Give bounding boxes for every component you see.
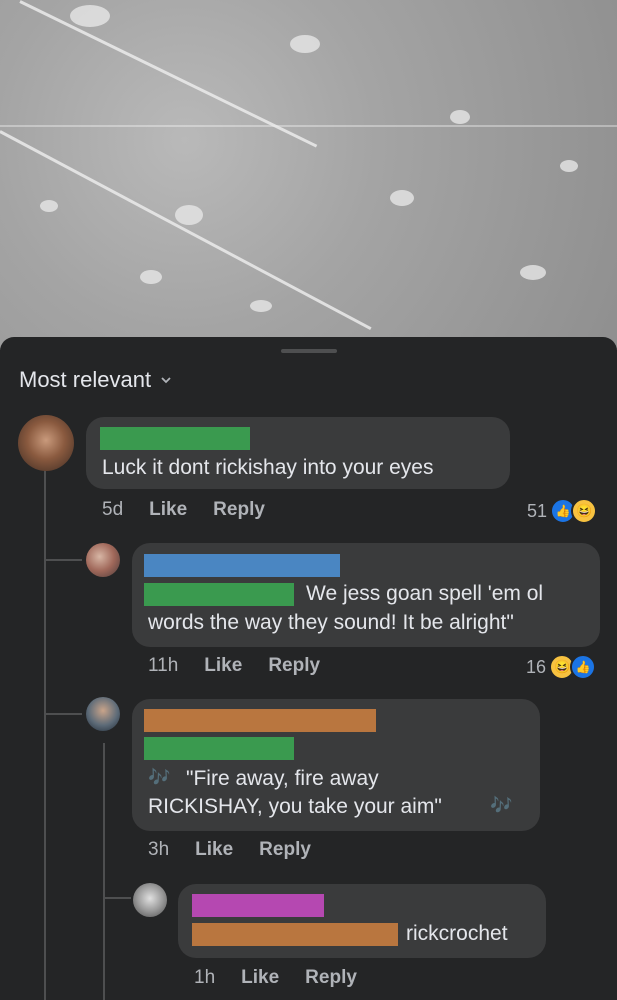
comment-actions: 1h Like Reply <box>194 967 357 989</box>
comment-text: Luck it dont rickishay into your eyes <box>102 456 434 479</box>
comment-bubble: Luck it dont rickishay into your eyes <box>86 417 510 489</box>
avatar[interactable] <box>86 697 120 731</box>
thread-line <box>44 559 82 561</box>
reply-button[interactable]: Reply <box>268 655 320 677</box>
redacted-name <box>144 737 294 760</box>
video-speck <box>70 5 110 27</box>
like-button[interactable]: Like <box>241 967 279 989</box>
video-speck <box>560 160 578 172</box>
comment-text: "Fire away, fire away <box>186 767 379 790</box>
comment-actions: 5d Like Reply <box>102 499 265 521</box>
redacted-name <box>100 427 250 450</box>
video-speck <box>520 265 546 280</box>
redacted-name <box>144 554 340 577</box>
comment-text: rickcrochet <box>406 922 508 945</box>
like-icon: 👍 <box>570 654 597 680</box>
comment-time: 3h <box>148 839 170 860</box>
reply-button[interactable]: Reply <box>305 967 357 989</box>
thread-line <box>44 470 46 1000</box>
reply-button[interactable]: Reply <box>213 499 265 521</box>
comment-bubble: We jess goan spell 'em ol words the way … <box>132 543 600 647</box>
video-speck <box>450 110 470 124</box>
reaction-count: 16 <box>526 656 547 677</box>
music-note-icon: 🎶 <box>490 795 513 815</box>
comment-actions: 11h Like Reply <box>148 655 320 677</box>
sort-dropdown[interactable]: Most relevant <box>19 367 173 393</box>
redacted-name <box>144 709 376 732</box>
video-speck <box>390 190 414 206</box>
video-streak <box>0 130 372 331</box>
comment-text: words the way they sound! It be alright" <box>148 611 514 634</box>
avatar[interactable] <box>86 543 120 577</box>
reply-button[interactable]: Reply <box>259 839 311 861</box>
comment-time: 11h <box>148 655 179 676</box>
sort-label: Most relevant <box>19 367 152 392</box>
thread-line <box>103 743 105 1000</box>
like-button[interactable]: Like <box>204 655 242 677</box>
comment-actions: 3h Like Reply <box>148 839 311 861</box>
comment-text: RICKISHAY, you take your aim" <box>148 795 442 818</box>
redacted-name <box>192 923 398 946</box>
video-frame[interactable] <box>0 0 617 350</box>
music-note-icon: 🎶 <box>148 767 171 787</box>
redacted-name <box>192 894 324 917</box>
video-band <box>0 125 617 127</box>
redacted-name <box>144 583 294 606</box>
reaction-count: 51 <box>527 500 548 521</box>
video-speck <box>250 300 272 312</box>
video-speck <box>290 35 320 53</box>
comment-time: 1h <box>194 967 216 988</box>
avatar[interactable] <box>18 415 74 471</box>
comments-sheet: Most relevant Luck it dont rickishay int… <box>0 337 617 1000</box>
avatar[interactable] <box>133 883 167 917</box>
thread-line <box>44 713 82 715</box>
reaction-summary[interactable]: 51 👍 😆 <box>527 498 598 524</box>
video-speck <box>40 200 58 212</box>
comment-text: We jess goan spell 'em ol <box>306 582 544 605</box>
video-speck <box>175 205 203 225</box>
chevron-down-icon <box>161 377 171 384</box>
like-button[interactable]: Like <box>149 499 187 521</box>
comment-bubble: rickcrochet <box>178 884 546 958</box>
comment-bubble: 🎶 "Fire away, fire away RICKISHAY, you t… <box>132 699 540 831</box>
haha-icon: 😆 <box>571 498 598 524</box>
like-button[interactable]: Like <box>195 839 233 861</box>
drag-handle[interactable] <box>281 349 337 353</box>
reaction-summary[interactable]: 16 😆 👍 <box>526 654 597 680</box>
video-speck <box>140 270 162 284</box>
comment-time: 5d <box>102 499 124 520</box>
thread-line <box>103 897 131 899</box>
